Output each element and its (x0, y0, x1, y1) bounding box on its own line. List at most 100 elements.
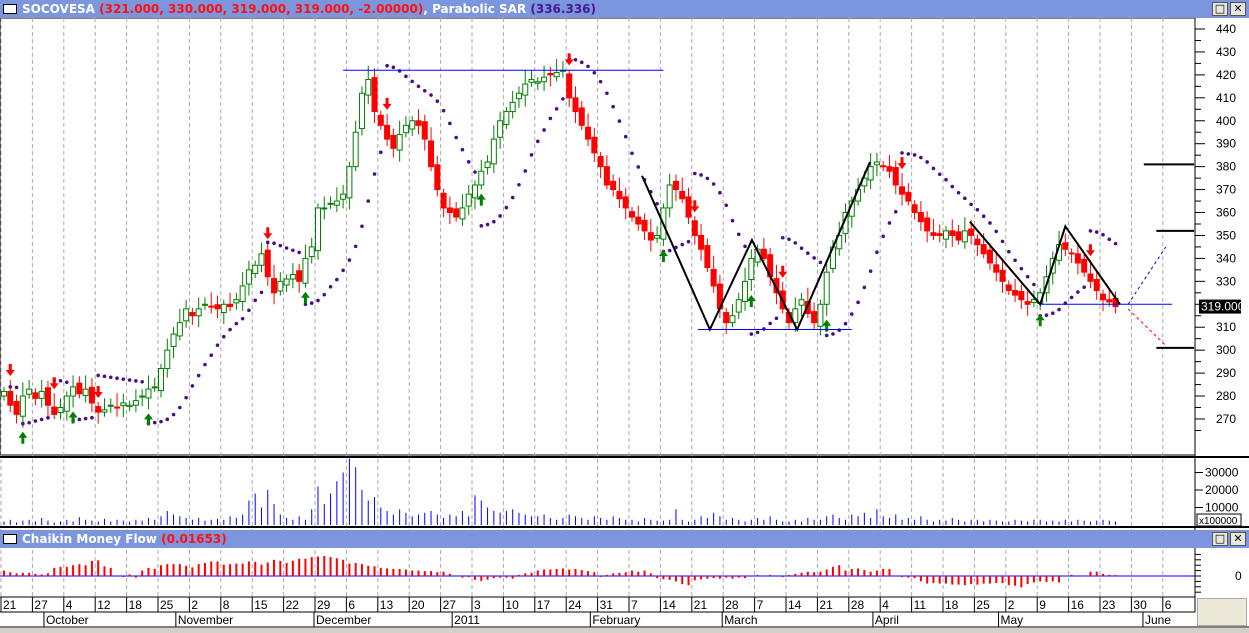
sar-dot (404, 74, 408, 79)
candle-down (911, 204, 918, 214)
month-label: February (592, 613, 640, 627)
candle-down (672, 180, 679, 191)
sar-dot (1082, 285, 1086, 290)
sar-dot (228, 327, 232, 332)
candle-down (691, 220, 698, 236)
candle-up (82, 388, 89, 397)
candle-up (402, 124, 409, 134)
sar-dot (743, 244, 747, 249)
corner-box (1197, 598, 1247, 626)
sar-dot (460, 147, 465, 152)
candle-down (1100, 293, 1106, 301)
candle-up (252, 264, 259, 275)
sar-dot (58, 378, 63, 383)
date-tick-label: 21 (3, 598, 17, 612)
sar-dot (391, 65, 396, 70)
date-tick-label: 6 (1165, 598, 1172, 612)
candle-down (1005, 284, 1012, 292)
sar-dot (699, 173, 703, 177)
sar-dot (812, 256, 816, 260)
symbol-label: SOCOVESA (22, 2, 95, 16)
candle-up (735, 299, 742, 313)
sar-dot (435, 99, 440, 103)
sar-dot (140, 379, 144, 384)
candle-up (352, 131, 359, 168)
sar-dot (548, 116, 553, 121)
candle-up (867, 166, 874, 181)
candle-up (245, 269, 252, 285)
sar-dot (906, 152, 911, 156)
candle-down (698, 234, 705, 250)
date-tick-label: 25 (976, 598, 990, 612)
sar-dot (573, 57, 578, 62)
candle-up (126, 404, 133, 408)
date-tick-label: 12 (97, 598, 111, 612)
candle-up (798, 299, 805, 306)
close-button[interactable]: ✕ (1230, 2, 1246, 16)
sar-dot (755, 330, 760, 335)
candle-down (1062, 242, 1069, 250)
sar-dot (925, 160, 929, 164)
sar-dot (441, 108, 446, 113)
sar-dot (536, 139, 540, 144)
candle-up (107, 404, 114, 407)
restore-button[interactable]: □ (1212, 2, 1228, 16)
cmf-title: Chaikin Money Flow (22, 532, 157, 546)
candle-up (283, 278, 290, 286)
date-tick-label: 15 (254, 598, 268, 612)
sar-dot (196, 373, 201, 378)
close-button[interactable]: ✕ (1230, 532, 1246, 546)
candle-down (641, 219, 648, 232)
sar-dot (90, 415, 94, 420)
restore-button[interactable]: □ (1212, 532, 1228, 546)
candle-up (666, 184, 673, 209)
sar-dot (272, 241, 276, 246)
sar-dot (347, 258, 352, 262)
candle-up (823, 271, 830, 305)
sar-dot (837, 328, 842, 333)
sar-dot (630, 151, 634, 156)
candle-down (572, 97, 579, 113)
candle-down (44, 387, 51, 406)
candle-down (980, 244, 987, 255)
sar-dot (510, 195, 515, 200)
month-label: November (178, 613, 233, 627)
candle-up (57, 407, 64, 414)
candle-up (961, 230, 968, 243)
date-tick-label: 31 (600, 598, 614, 612)
candle-down (95, 406, 102, 413)
candle-up (333, 200, 340, 206)
date-tick-label: 18 (129, 598, 143, 612)
sar-dot (335, 277, 339, 282)
sar-dot (686, 239, 691, 244)
candle-up (164, 349, 171, 370)
price-tick-label: 370 (1216, 183, 1236, 197)
date-tick-label: 6 (348, 598, 355, 612)
date-tick-label: 21 (694, 598, 708, 612)
date-tick-label: 22 (286, 598, 300, 612)
candle-up (120, 402, 127, 407)
sar-dot (711, 182, 716, 186)
sar-dot (278, 243, 283, 248)
candle-up (145, 388, 152, 399)
date-tick-label: 16 (1071, 598, 1085, 612)
date-tick-label: 14 (788, 598, 802, 612)
candle-up (195, 308, 202, 317)
sar-dot (831, 332, 835, 336)
candle-up (748, 257, 755, 281)
candle-down (1074, 253, 1081, 264)
candle-down (453, 208, 460, 218)
sar-dot (39, 417, 44, 422)
price-tick-label: 360 (1216, 206, 1236, 220)
candle-down (603, 166, 610, 186)
candle-up (553, 72, 560, 78)
sar-dot (96, 373, 100, 378)
horizontal-scrollbar[interactable] (0, 628, 1249, 633)
sar-dot (1032, 282, 1036, 287)
sar-dot (265, 240, 270, 245)
sar-dot (956, 190, 961, 195)
candle-down (949, 230, 956, 236)
candle-up (258, 253, 265, 266)
sar-dot (787, 237, 791, 242)
sar-dot (504, 205, 509, 210)
